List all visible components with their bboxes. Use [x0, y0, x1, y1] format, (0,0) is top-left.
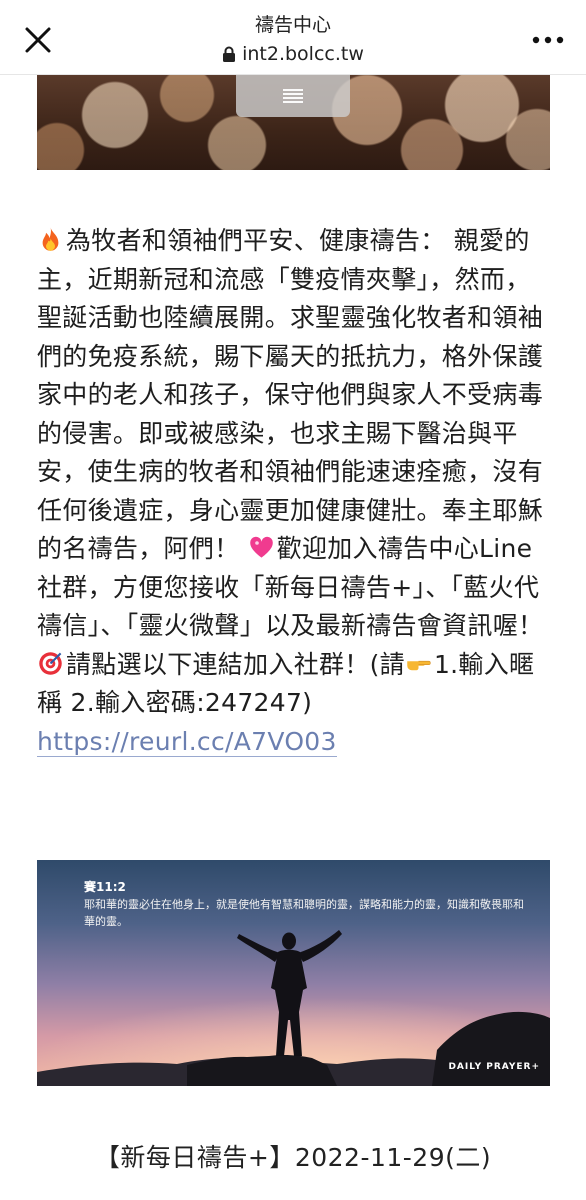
more-options-button[interactable]: [528, 20, 568, 60]
url-text: int2.bolcc.tw: [242, 43, 364, 65]
page-title: 禱告中心: [254, 14, 331, 36]
close-button[interactable]: [18, 20, 58, 60]
daily-prayer-image: 賽11:2 耶和華的靈必住在他身上，就是使他有智慧和聰明的靈，謀略和能力的靈，知…: [37, 860, 550, 1086]
pointing-right-emoji-icon: [407, 660, 431, 670]
fire-emoji-icon: [42, 227, 59, 251]
browser-header: 禱告中心 int2.bolcc.tw: [0, 0, 586, 75]
lock-icon: [223, 46, 236, 62]
url-row[interactable]: int2.bolcc.tw: [100, 42, 486, 66]
instruction-text: 請點選以下連結加入社群！(請: [66, 649, 405, 679]
bullseye-emoji-icon: [39, 651, 62, 675]
verse-reference: 賽11:2: [84, 880, 126, 894]
top-banner-image: [37, 75, 550, 170]
hamburger-menu-icon: [283, 89, 303, 103]
brand-watermark: DAILY PRAYER+: [448, 1062, 540, 1072]
close-icon: [25, 27, 51, 53]
sparkling-heart-emoji-icon: [249, 536, 273, 558]
title-block: 禱告中心 int2.bolcc.tw: [100, 12, 486, 66]
more-horizontal-icon: [532, 36, 564, 44]
article-body: 為牧者和領袖們平安、健康禱告： 親愛的主，近期新冠和流感「雙疫情夾擊」，然而，聖…: [37, 222, 547, 761]
verse-text: 耶和華的靈必住在他身上，就是使他有智慧和聰明的靈，謀略和能力的靈，知識和敬畏耶和…: [84, 898, 524, 928]
menu-button[interactable]: [236, 75, 350, 117]
prayer-text: 為牧者和領袖們平安、健康禱告： 親愛的主，近期新冠和流感「雙疫情夾擊」，然而，聖…: [37, 226, 544, 563]
line-group-link[interactable]: https://reurl.cc/A7VO03: [37, 726, 337, 757]
post-title: 【新每日禱告+】2022-11-29(二): [94, 1143, 492, 1172]
